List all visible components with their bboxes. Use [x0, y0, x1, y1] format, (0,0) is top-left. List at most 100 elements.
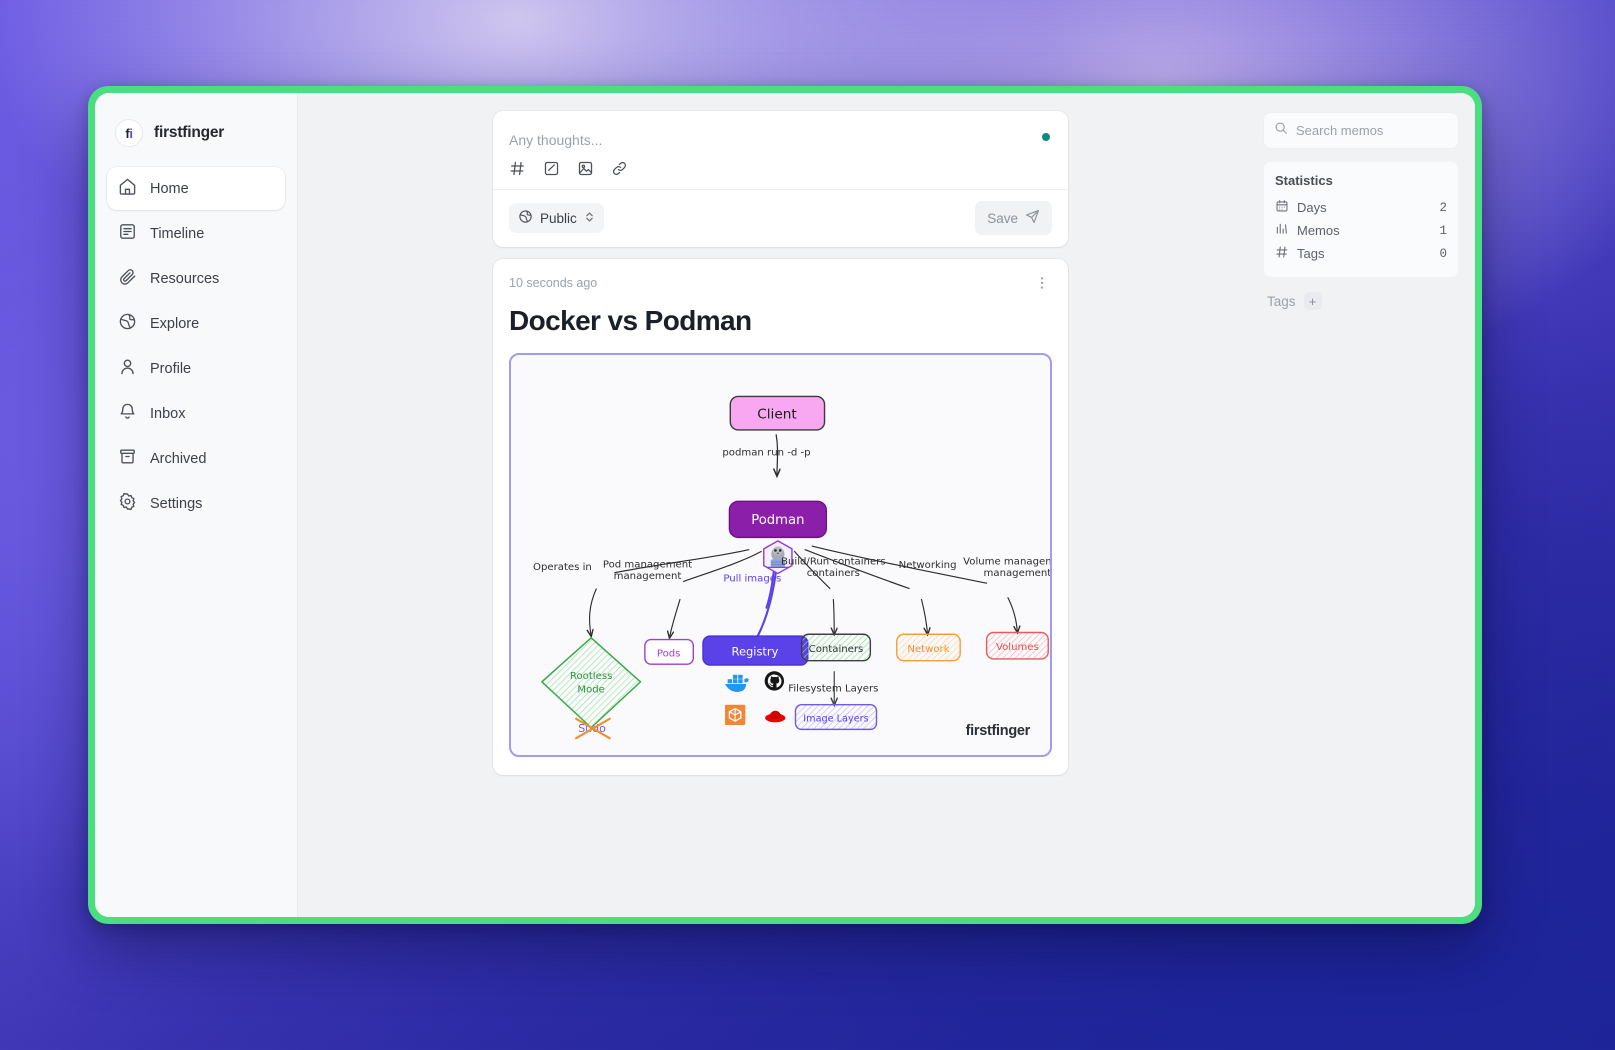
- diagram-edge-label-volume: Volume management: [963, 557, 1050, 568]
- memo-column: Any thoughts... Public Save 10 seconds a…: [493, 111, 1068, 917]
- link-icon[interactable]: [611, 160, 628, 177]
- diagram-node-rootless: Rootless Mode: [541, 637, 642, 729]
- docker-icon: [725, 674, 749, 692]
- sidebar: fi firstfinger Home Timeline Resources E…: [95, 93, 298, 917]
- diagram-label-registry: Registry: [732, 644, 779, 658]
- sidebar-item-home[interactable]: Home: [107, 167, 285, 210]
- sidebar-item-label: Resources: [150, 270, 220, 287]
- archive-icon: [118, 447, 137, 470]
- memo-header: 10 seconds ago: [509, 273, 1052, 293]
- stat-value: 0: [1439, 246, 1447, 261]
- stat-row-days[interactable]: Days 2: [1275, 196, 1447, 219]
- diagram-edge-label-fs: Filesystem Layers: [788, 684, 878, 695]
- redhat-icon: [765, 710, 786, 723]
- timeline-icon: [118, 222, 137, 245]
- sidebar-item-label: Archived: [150, 450, 207, 467]
- diagram-node-containers: Containers: [800, 633, 872, 662]
- right-sidebar: Statistics Days 2: [1263, 111, 1459, 917]
- sidebar-item-label: Settings: [150, 495, 203, 512]
- diagram-label-client: Client: [757, 406, 797, 422]
- sidebar-item-inbox[interactable]: Inbox: [107, 392, 285, 435]
- app-window: fi firstfinger Home Timeline Resources E…: [95, 93, 1475, 917]
- sidebar-item-label: Profile: [150, 360, 192, 377]
- diagram-svg: Client podman run -d -p Podman Operates …: [533, 395, 1050, 740]
- main-content: Any thoughts... Public Save 10 seconds a…: [298, 93, 1475, 917]
- sidebar-item-archived[interactable]: Archived: [107, 437, 285, 480]
- diagram-label-containers: Containers: [809, 644, 864, 655]
- paperclip-icon: [118, 267, 137, 290]
- statistics-panel: Statistics Days 2 Memos 1 Tags 0: [1263, 161, 1459, 278]
- diagram-label-volumes: Volumes: [996, 642, 1039, 653]
- diagram-node-sudo: Sudo: [575, 717, 611, 740]
- tags-section: Tags +: [1263, 278, 1459, 310]
- add-tag-button[interactable]: +: [1303, 292, 1322, 310]
- save-button[interactable]: Save: [975, 201, 1052, 235]
- app-window-frame: fi firstfinger Home Timeline Resources E…: [88, 86, 1482, 924]
- image-icon[interactable]: [577, 160, 594, 177]
- sidebar-item-label: Inbox: [150, 405, 186, 422]
- diagram-edge-label-pod: Pod management: [603, 559, 692, 570]
- avatar: fi: [115, 119, 143, 147]
- stat-value: 1: [1439, 223, 1447, 238]
- diagram-edge-label-run: podman run -d -p: [722, 447, 810, 458]
- stat-row-tags[interactable]: Tags 0: [1275, 242, 1447, 265]
- diagram-edge-label-buildrun: Build/Run containers: [781, 557, 886, 568]
- editor-footer: Public Save: [509, 190, 1052, 237]
- brand[interactable]: fi firstfinger: [107, 115, 285, 147]
- visibility-selector[interactable]: Public: [509, 203, 604, 233]
- diagram-edge-label-pod-line2: management: [614, 571, 682, 582]
- search-box[interactable]: [1263, 112, 1459, 149]
- diagram-node-image-layers: Image Layers: [794, 704, 878, 731]
- sidebar-item-label: Explore: [150, 315, 200, 332]
- diagram-label-image-layers: Image Layers: [803, 713, 868, 724]
- diagram-label-rootless-l2: Mode: [577, 684, 605, 695]
- search-input[interactable]: [1296, 123, 1448, 138]
- memo-title: Docker vs Podman: [509, 305, 752, 336]
- hash-icon: [1275, 245, 1289, 262]
- chevron-updown-icon: [584, 210, 595, 227]
- diagram-edge-label-operates: Operates in: [533, 562, 592, 573]
- stat-label: Days: [1297, 200, 1327, 215]
- diagram-edge-label-networking: Networking: [899, 560, 957, 571]
- stat-row-memos[interactable]: Memos 1: [1275, 219, 1447, 242]
- visibility-label: Public: [540, 210, 577, 226]
- globe-icon: [518, 209, 533, 227]
- editor-input-area[interactable]: Any thoughts...: [509, 125, 1052, 150]
- diagram-edge-label-pull: Pull images: [723, 573, 781, 584]
- ecr-icon: [725, 704, 746, 725]
- save-label: Save: [987, 210, 1018, 226]
- memo-timestamp: 10 seconds ago: [509, 276, 598, 290]
- editor-toolbar: [509, 150, 1052, 189]
- diagram-image[interactable]: Client podman run -d -p Podman Operates …: [509, 353, 1052, 757]
- sidebar-item-explore[interactable]: Explore: [107, 302, 285, 345]
- sidebar-item-resources[interactable]: Resources: [107, 257, 285, 300]
- diagram-node-pods: Pods: [644, 638, 695, 665]
- memo-card: 10 seconds ago Docker vs Podman Client p…: [493, 259, 1068, 775]
- memo-more-icon[interactable]: [1032, 273, 1052, 293]
- sidebar-nav: Home Timeline Resources Explore Profile …: [107, 167, 285, 525]
- diagram-edge-label-volume-line2: management: [984, 568, 1050, 579]
- editor-placeholder: Any thoughts...: [509, 132, 603, 148]
- gear-icon: [118, 492, 137, 515]
- sidebar-item-timeline[interactable]: Timeline: [107, 212, 285, 255]
- diagram-watermark: firstfinger: [965, 723, 1031, 739]
- hash-icon[interactable]: [509, 160, 526, 177]
- diagram-label-rootless-l1: Rootless: [570, 671, 612, 682]
- search-icon: [1274, 121, 1288, 140]
- diagram-label-network: Network: [907, 644, 949, 655]
- diagram-node-volumes: Volumes: [985, 631, 1049, 660]
- tags-label: Tags: [1267, 293, 1296, 309]
- diagram-edge-label-buildrun-line2: containers: [807, 568, 860, 579]
- stat-label: Tags: [1297, 246, 1325, 261]
- home-icon: [118, 177, 137, 200]
- diagram-label-pods: Pods: [657, 648, 681, 659]
- diagram-node-client: Client: [729, 395, 826, 431]
- stat-label: Memos: [1297, 223, 1340, 238]
- checkbox-icon[interactable]: [543, 160, 560, 177]
- memo-editor: Any thoughts... Public Save: [493, 111, 1068, 247]
- user-icon: [118, 357, 137, 380]
- sidebar-item-profile[interactable]: Profile: [107, 347, 285, 390]
- diagram-node-network: Network: [896, 633, 961, 662]
- chart-icon: [1275, 222, 1289, 239]
- sidebar-item-settings[interactable]: Settings: [107, 482, 285, 525]
